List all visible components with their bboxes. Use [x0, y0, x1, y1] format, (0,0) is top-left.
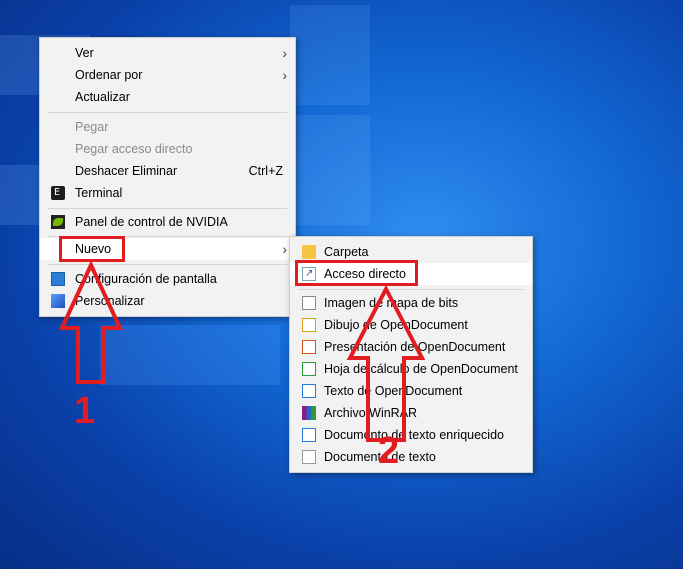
- chevron-right-icon: ›: [282, 45, 287, 61]
- menu-item-label: Ver: [75, 46, 94, 60]
- nvidia-icon: [51, 215, 65, 229]
- presentation-icon: [302, 340, 316, 354]
- menu-item-label: Pegar acceso directo: [75, 142, 193, 156]
- menu-item-label: Deshacer Eliminar: [75, 164, 178, 178]
- menu-item-label: Pegar: [75, 120, 109, 134]
- menu-separator: [48, 112, 287, 113]
- chevron-right-icon: ›: [282, 241, 287, 257]
- menu-item-actualizar[interactable]: Actualizar: [40, 86, 295, 108]
- menu-item-deshacer-eliminar[interactable]: Deshacer Eliminar Ctrl+Z: [40, 160, 295, 182]
- menu-item-label: Actualizar: [75, 90, 130, 104]
- menu-item-label: Terminal: [75, 186, 123, 200]
- menu-item-pegar-acceso-directo: Pegar acceso directo: [40, 138, 295, 160]
- menu-item-ver[interactable]: Ver ›: [40, 42, 295, 64]
- terminal-icon: E: [51, 186, 65, 200]
- annotation-arrow-1: [58, 262, 124, 384]
- annotation-arrow-2: [346, 286, 426, 442]
- annotation-box-acceso-directo: [295, 260, 418, 286]
- txt-icon: [302, 450, 316, 464]
- menu-item-terminal[interactable]: E Terminal: [40, 182, 295, 204]
- folder-icon: [302, 245, 316, 259]
- menu-item-label: Panel de control de NVIDIA: [75, 215, 228, 229]
- menu-item-ordenar-por[interactable]: Ordenar por ›: [40, 64, 295, 86]
- menu-item-label: Ordenar por: [75, 68, 143, 82]
- menu-item-pegar: Pegar: [40, 116, 295, 138]
- annotation-number-1: 1: [74, 390, 96, 432]
- spreadsheet-icon: [302, 362, 316, 376]
- annotation-box-nuevo: [59, 236, 125, 262]
- drawing-icon: [302, 318, 316, 332]
- rtf-icon: [302, 428, 316, 442]
- bitmap-icon: [302, 296, 316, 310]
- menu-separator: [48, 208, 287, 209]
- annotation-number-2: 2: [378, 430, 400, 472]
- menu-item-nvidia[interactable]: Panel de control de NVIDIA: [40, 211, 295, 233]
- submenu-item-txt[interactable]: Documento de texto: [290, 446, 532, 468]
- odt-icon: [302, 384, 316, 398]
- chevron-right-icon: ›: [282, 67, 287, 83]
- shortcut-label: Ctrl+Z: [248, 164, 283, 178]
- winrar-icon: [302, 406, 316, 420]
